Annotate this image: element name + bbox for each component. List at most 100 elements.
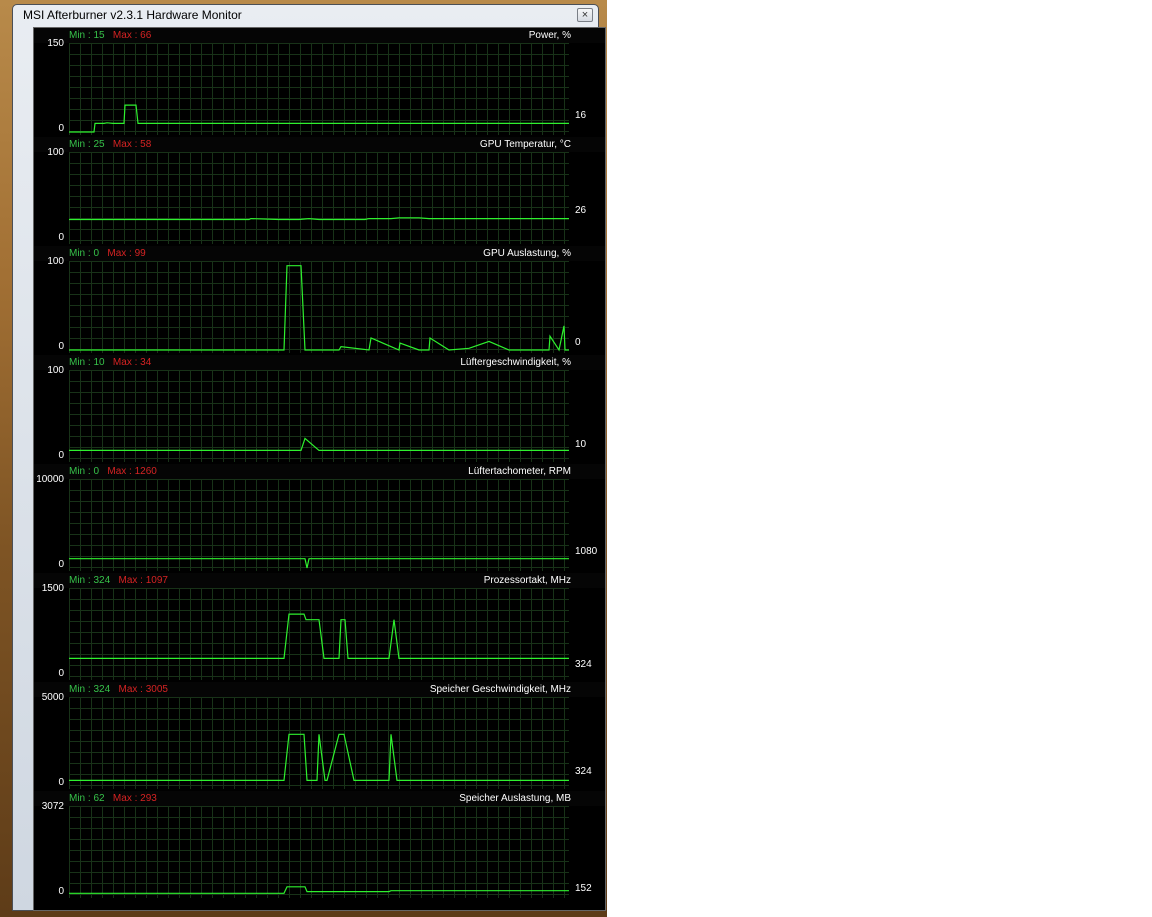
graph-panel-core-clock[interactable]: Min : 324 Max : 1097 Prozessortakt, MHz … [34, 573, 605, 682]
min-value: 15 [93, 30, 105, 41]
current-value-label: 324 [575, 766, 592, 777]
min-value: 0 [93, 466, 100, 477]
graph-panel-gpu-usage[interactable]: Min : 0 Max : 99 GPU Auslastung, % 100 0… [34, 246, 605, 355]
current-value-label: 26 [575, 205, 587, 216]
series-line [69, 886, 569, 894]
graph-title: Speicher Geschwindigkeit, MHz [429, 684, 571, 695]
max-value: 58 [140, 139, 152, 150]
series-line [69, 558, 569, 569]
max-value: 1097 [145, 575, 168, 586]
monitor-area[interactable]: Min : 15 Max : 66 Power, % 150 0 16 Min … [33, 27, 606, 911]
min-value: 25 [93, 139, 105, 150]
min-label: Min : [69, 684, 91, 695]
graph-area [69, 265, 569, 352]
series-line [69, 613, 569, 660]
series-line [69, 217, 569, 221]
y-axis-min-label: 0 [58, 777, 64, 788]
y-axis-max-label: 1500 [41, 583, 64, 594]
min-label: Min : [69, 466, 91, 477]
min-max-readout: Min : 324 Max : 3005 [69, 684, 168, 695]
min-label: Min : [69, 793, 91, 804]
max-value: 34 [140, 357, 152, 368]
graph-area [69, 104, 569, 133]
min-max-readout: Min : 0 Max : 99 [69, 248, 146, 259]
min-value: 324 [93, 684, 111, 695]
current-value-label: 152 [575, 883, 592, 894]
max-label: Max : [118, 684, 143, 695]
min-max-readout: Min : 0 Max : 1260 [69, 466, 157, 477]
series-line [69, 733, 569, 782]
min-max-readout: Min : 10 Max : 34 [69, 357, 151, 368]
max-value: 99 [134, 248, 146, 259]
max-label: Max : [112, 30, 138, 41]
close-button[interactable]: × [577, 8, 593, 22]
min-max-readout: Min : 15 Max : 66 [69, 30, 151, 41]
current-value-label: 1080 [575, 546, 598, 557]
graph-area [69, 886, 569, 894]
y-axis-min-label: 0 [58, 232, 64, 243]
y-axis-min-label: 0 [58, 450, 64, 461]
min-value: 10 [93, 357, 105, 368]
window-title: MSI Afterburner v2.3.1 Hardware Monitor [23, 8, 242, 22]
graph-panel-fan-speed[interactable]: Min : 10 Max : 34 Lüftergeschwindigkeit,… [34, 355, 605, 464]
y-axis-min-label: 0 [58, 886, 64, 897]
min-value: 62 [93, 793, 105, 804]
graph-panel-fan-tachometer[interactable]: Min : 0 Max : 1260 Lüftertachometer, RPM… [34, 464, 605, 573]
y-axis-max-label: 3072 [41, 801, 64, 812]
current-value-label: 16 [575, 110, 587, 121]
max-label: Max : [112, 357, 138, 368]
min-label: Min : [69, 30, 91, 41]
graph-panel-memory-clock[interactable]: Min : 324 Max : 3005 Speicher Geschwindi… [34, 682, 605, 791]
max-label: Max : [112, 139, 138, 150]
graph-title: Power, % [528, 30, 571, 41]
max-value: 1260 [134, 466, 157, 477]
max-label: Max : [107, 466, 132, 477]
graph-area [69, 613, 569, 660]
series-line [69, 265, 569, 352]
min-label: Min : [69, 357, 91, 368]
series-line [69, 104, 569, 133]
graph-area [69, 558, 569, 569]
graph-title: Speicher Auslastung, MB [459, 793, 571, 804]
max-label: Max : [107, 248, 132, 259]
graph-title: Lüftertachometer, RPM [468, 466, 571, 477]
graph-title: GPU Temperatur, °C [479, 139, 571, 150]
y-axis-min-label: 0 [58, 341, 64, 352]
y-axis-min-label: 0 [58, 559, 64, 570]
graph-area [69, 217, 569, 221]
min-value: 0 [93, 248, 100, 259]
min-max-readout: Min : 62 Max : 293 [69, 793, 157, 804]
title-bar[interactable]: MSI Afterburner v2.3.1 Hardware Monitor … [13, 5, 598, 25]
min-label: Min : [69, 575, 91, 586]
y-axis-max-label: 100 [47, 256, 64, 267]
max-value: 66 [140, 30, 152, 41]
y-axis-min-label: 0 [58, 668, 64, 679]
max-value: 293 [140, 793, 157, 804]
y-axis-max-label: 100 [47, 365, 64, 376]
graph-panel-gpu-temperature[interactable]: Min : 25 Max : 58 GPU Temperatur, °C 100… [34, 137, 605, 246]
hardware-monitor-window: MSI Afterburner v2.3.1 Hardware Monitor … [12, 4, 606, 911]
graph-area [69, 437, 569, 452]
graph-title: Lüftergeschwindigkeit, % [460, 357, 571, 368]
graph-title: GPU Auslastung, % [483, 248, 571, 259]
graph-area [69, 733, 569, 782]
max-value: 3005 [145, 684, 168, 695]
series-line [69, 437, 569, 452]
close-icon: × [581, 9, 589, 21]
min-max-readout: Min : 324 Max : 1097 [69, 575, 168, 586]
y-axis-min-label: 0 [58, 123, 64, 134]
max-label: Max : [112, 793, 138, 804]
current-value-label: 324 [575, 659, 592, 670]
y-axis-max-label: 150 [47, 38, 64, 49]
y-axis-max-label: 10000 [36, 474, 64, 485]
graph-panel-memory-usage[interactable]: Min : 62 Max : 293 Speicher Auslastung, … [34, 791, 605, 900]
y-axis-max-label: 5000 [41, 692, 64, 703]
current-value-label: 0 [575, 337, 581, 348]
graph-title: Prozessortakt, MHz [483, 575, 571, 586]
max-label: Max : [118, 575, 143, 586]
graph-panel-power[interactable]: Min : 15 Max : 66 Power, % 150 0 16 [34, 28, 605, 137]
min-value: 324 [93, 575, 111, 586]
y-axis-max-label: 100 [47, 147, 64, 158]
min-max-readout: Min : 25 Max : 58 [69, 139, 151, 150]
current-value-label: 10 [575, 439, 587, 450]
